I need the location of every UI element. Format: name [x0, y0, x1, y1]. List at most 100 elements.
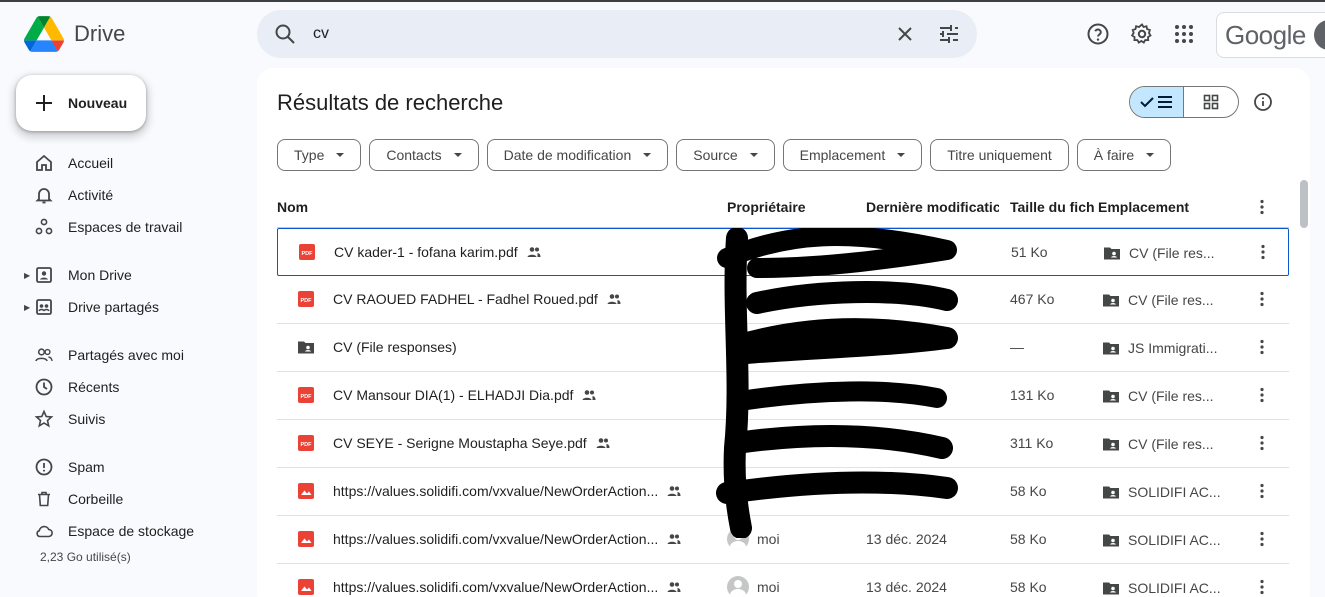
- search-input[interactable]: [313, 22, 873, 46]
- filter-title-only[interactable]: Titre uniquement: [930, 139, 1069, 171]
- sidebar-item-activity[interactable]: Activité: [16, 179, 240, 211]
- filter-location[interactable]: Emplacement: [782, 139, 923, 171]
- list-view-button[interactable]: [1130, 87, 1185, 117]
- table-row[interactable]: PDF CV SEYE - Serigne Moustapha Seye.pdf 3…: [277, 420, 1289, 468]
- scrollbar[interactable]: [1300, 180, 1308, 228]
- avatar: [727, 528, 749, 550]
- table-row[interactable]: PDF CV kader-1 - fofana karim.pdf 51 Ko CV …: [277, 228, 1289, 276]
- more-vert-icon[interactable]: [1252, 433, 1272, 453]
- filter-date-modified[interactable]: Date de modification: [486, 139, 669, 171]
- more-vert-icon[interactable]: [1252, 385, 1272, 405]
- table-row[interactable]: https://values.solidifi.com/vxvalue/NewO…: [277, 468, 1289, 516]
- drive-logo[interactable]: Drive: [24, 16, 125, 52]
- filter-source[interactable]: Source: [676, 139, 775, 171]
- filter-contacts[interactable]: Contacts: [369, 139, 479, 171]
- more-vert-icon[interactable]: [1252, 337, 1272, 357]
- column-header-modified[interactable]: Dernière modificatic: [866, 199, 999, 215]
- gear-icon[interactable]: [1130, 22, 1154, 46]
- filter-todo[interactable]: À faire: [1076, 139, 1172, 171]
- star-icon: [34, 409, 54, 428]
- table-row[interactable]: PDF CV RAOUED FADHEL - Fadhel Roued.pdf 46…: [277, 276, 1289, 324]
- more-vert-icon[interactable]: [1252, 529, 1272, 549]
- sidebar-item-label: Mon Drive: [68, 267, 132, 283]
- size-cell: 311 Ko: [1010, 435, 1054, 451]
- cloud-icon: [36, 525, 53, 538]
- size-cell: 51 Ko: [1011, 244, 1048, 260]
- size-cell: 467 Ko: [1010, 291, 1055, 307]
- more-vert-icon[interactable]: [1252, 577, 1272, 597]
- check-list-icon: [1139, 96, 1172, 108]
- pdf-icon: PDF: [298, 387, 314, 403]
- google-brand-text: Google: [1225, 19, 1306, 50]
- sidebar-item-recent[interactable]: Récents: [16, 371, 240, 403]
- shared-people-icon: [667, 486, 681, 496]
- sidebar-item-my-drive[interactable]: ▶ Mon Drive: [16, 259, 240, 291]
- file-name: https://values.solidifi.com/vxvalue/NewO…: [333, 579, 682, 595]
- location-cell[interactable]: CV (File res...: [1102, 291, 1214, 309]
- apps-grid-icon[interactable]: [1172, 22, 1196, 46]
- pdf-icon: PDF: [299, 244, 315, 260]
- svg-text:PDF: PDF: [301, 298, 313, 304]
- sidebar-item-label: Espace de stockage: [68, 523, 195, 539]
- sidebar-item-home[interactable]: Accueil: [16, 147, 240, 179]
- size-cell: 58 Ko: [1010, 483, 1047, 499]
- more-vert-icon[interactable]: [1252, 197, 1272, 217]
- sidebar-item-label: Spam: [68, 459, 105, 475]
- location-cell[interactable]: JS Immigrati...: [1102, 339, 1217, 357]
- grid-view-button[interactable]: [1184, 87, 1238, 117]
- table-row[interactable]: https://values.solidifi.com/vxvalue/NewO…: [277, 516, 1289, 564]
- results-table: Nom Propriétaire Dernière modificatic Ta…: [277, 186, 1289, 597]
- file-name: CV Mansour DIA(1) - ELHADJI Dia.pdf: [333, 387, 597, 403]
- sidebar-item-shared-drives[interactable]: ▶ Drive partagés: [16, 291, 240, 323]
- sidebar-item-shared-with-me[interactable]: Partagés avec moi: [16, 339, 240, 371]
- sidebar-item-trash[interactable]: Corbeille: [16, 483, 240, 515]
- table-row[interactable]: PDF CV Mansour DIA(1) - ELHADJI Dia.pdf 13…: [277, 372, 1289, 420]
- column-header-name[interactable]: Nom: [277, 199, 308, 215]
- column-header-size[interactable]: Taille du fich: [1010, 199, 1094, 215]
- expand-caret-icon[interactable]: ▶: [24, 271, 30, 280]
- search-options-icon[interactable]: [937, 22, 961, 46]
- people-icon: [35, 348, 53, 362]
- sidebar-item-label: Suivis: [68, 411, 106, 427]
- location-folder-icon: [1103, 486, 1119, 499]
- account-switcher[interactable]: Google: [1216, 12, 1325, 58]
- more-vert-icon[interactable]: [1253, 242, 1273, 262]
- column-header-owner[interactable]: Propriétaire: [727, 199, 806, 215]
- table-row[interactable]: https://values.solidifi.com/vxvalue/NewO…: [277, 564, 1289, 597]
- more-vert-icon[interactable]: [1252, 481, 1272, 501]
- location-cell[interactable]: SOLIDIFI AC...: [1102, 531, 1221, 549]
- sidebar-item-workspaces[interactable]: Espaces de travail: [16, 211, 240, 243]
- image-icon: [298, 579, 314, 595]
- expand-caret-icon[interactable]: ▶: [24, 303, 30, 312]
- sidebar-item-starred[interactable]: Suivis: [16, 403, 240, 435]
- file-name: CV kader-1 - fofana karim.pdf: [334, 244, 542, 260]
- close-icon[interactable]: [893, 22, 917, 46]
- location-cell[interactable]: SOLIDIFI AC...: [1102, 483, 1221, 501]
- sidebar-item-spam[interactable]: Spam: [16, 451, 240, 483]
- modified-cell: 13 déc. 2024: [866, 579, 947, 595]
- column-header-location[interactable]: Emplacement: [1098, 199, 1189, 215]
- info-icon[interactable]: [1253, 92, 1273, 112]
- more-vert-icon[interactable]: [1252, 289, 1272, 309]
- location-folder-icon: [1103, 390, 1119, 403]
- home-icon: [36, 154, 52, 171]
- location-folder-icon: [1103, 294, 1119, 307]
- sidebar-item-storage[interactable]: Espace de stockage: [16, 515, 240, 547]
- shared-people-icon: [607, 294, 621, 304]
- storage-usage-text: 2,23 Go utilisé(s): [40, 550, 131, 564]
- page-title: Résultats de recherche: [277, 90, 504, 115]
- help-icon[interactable]: [1086, 22, 1110, 46]
- location-cell[interactable]: CV (File res...: [1102, 387, 1214, 405]
- search-icon[interactable]: [273, 22, 297, 46]
- location-cell[interactable]: CV (File res...: [1102, 435, 1214, 453]
- view-toggle: [1129, 86, 1239, 118]
- location-cell[interactable]: SOLIDIFI AC...: [1102, 579, 1221, 597]
- table-row[interactable]: CV (File responses) — JS Immigrati...: [277, 324, 1289, 372]
- new-button[interactable]: Nouveau: [16, 75, 146, 131]
- filter-type[interactable]: Type: [277, 139, 362, 171]
- location-folder-icon: [1103, 438, 1119, 451]
- location-cell[interactable]: CV (File res...: [1103, 244, 1215, 262]
- shared-people-icon: [667, 582, 681, 592]
- grid-icon: [1203, 94, 1219, 110]
- main-panel: Résultats de recherche Type Contacts Dat…: [257, 68, 1310, 597]
